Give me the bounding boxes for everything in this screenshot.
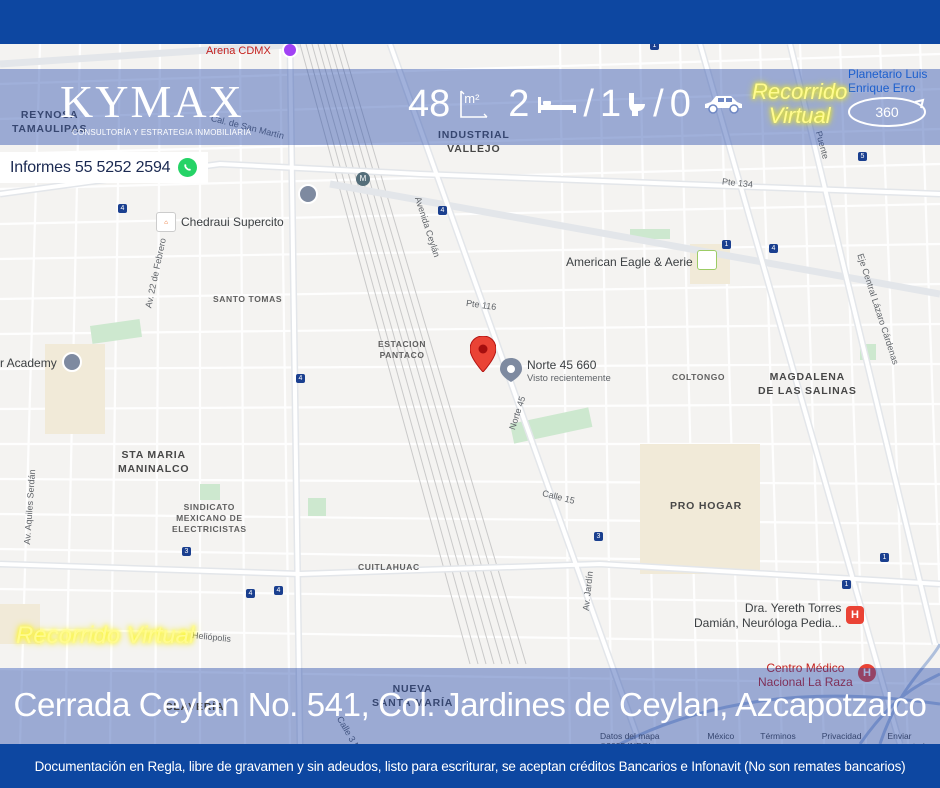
route-badge: 4 bbox=[769, 244, 778, 253]
area-icon: m² bbox=[458, 88, 490, 120]
route-badge: 1 bbox=[650, 44, 659, 50]
area-value: 48 bbox=[408, 83, 451, 125]
neighborhood-magdalena: MAGDALENA DE LAS SALINAS bbox=[758, 371, 857, 397]
neighborhood-coltongo: COLTONGO bbox=[672, 372, 726, 382]
neighborhood-cuitlahuac: CUITLAHUAC bbox=[358, 562, 420, 572]
pano-label: 360 bbox=[875, 104, 899, 120]
route-badge: 1 bbox=[842, 580, 851, 589]
separator: / bbox=[653, 83, 664, 125]
route-badge: 4 bbox=[296, 374, 305, 383]
hospital-icon[interactable]: H bbox=[846, 606, 864, 624]
route-badge: 4 bbox=[438, 206, 447, 215]
poi-academy[interactable]: r Academy bbox=[0, 356, 57, 370]
pano-360-icon[interactable]: 360 bbox=[845, 94, 929, 130]
poi-arena-cdmx[interactable]: Arena CDMX bbox=[206, 44, 271, 58]
virtual-tour-link-lower[interactable]: Recorrido Virtual bbox=[16, 622, 194, 650]
american-eagle-logo-icon[interactable] bbox=[697, 250, 717, 270]
neighborhood-estacion-pantaco: ESTACION PANTACO bbox=[378, 339, 427, 360]
car-icon bbox=[704, 96, 742, 114]
parking-value: 0 bbox=[669, 83, 691, 125]
neighborhood-sindicato: SINDICATO MEXICANO DE ELECTRICISTAS bbox=[172, 502, 247, 534]
footer-bar: Documentación en Regla, libre de gravame… bbox=[0, 744, 940, 788]
poi-american-eagle[interactable]: American Eagle & Aerie bbox=[566, 255, 693, 269]
property-pin-icon[interactable] bbox=[470, 336, 496, 372]
route-badge: 4 bbox=[246, 589, 255, 598]
brand-logo: KYMAX bbox=[60, 76, 244, 127]
route-badge: 4 bbox=[118, 204, 127, 213]
chedraui-logo-icon[interactable]: ⌂ bbox=[156, 212, 176, 232]
route-badge: 1 bbox=[722, 240, 731, 249]
virtual-tour-link[interactable]: Recorrido Virtual bbox=[752, 80, 847, 128]
school-pin-icon[interactable] bbox=[298, 184, 318, 204]
contact-box[interactable]: Informes 55 5252 2594 bbox=[0, 152, 208, 183]
poi-norte-45-660[interactable]: Norte 45 660 bbox=[527, 358, 596, 372]
neighborhood-sta-maria: STA MARIA MANINALCO bbox=[118, 449, 190, 475]
property-stats: 48 m² 2 / 1 / 0 bbox=[408, 82, 745, 126]
route-badge: 5 bbox=[858, 152, 867, 161]
poi-visto-recientemente: Visto recientemente bbox=[527, 373, 611, 384]
recent-place-pin-icon[interactable] bbox=[500, 358, 522, 382]
top-bar bbox=[0, 0, 940, 44]
route-badge: 3 bbox=[594, 532, 603, 541]
contact-label: Informes 55 5252 2594 bbox=[10, 158, 171, 176]
route-badge: 4 bbox=[274, 586, 283, 595]
bedrooms-value: 2 bbox=[508, 83, 530, 125]
poi-dra-yereth[interactable]: Dra. Yereth Torres Damián, Neuróloga Pedi… bbox=[694, 601, 841, 631]
footer-text: Documentación en Regla, libre de gravame… bbox=[34, 758, 906, 774]
neighborhood-pro-hogar: PRO HOGAR bbox=[670, 500, 742, 512]
brand-tagline: CONSULTORÍA Y ESTRATEGIA INMOBILIARIA bbox=[72, 128, 252, 137]
route-badge: 1 bbox=[880, 553, 889, 562]
toilet-icon bbox=[629, 93, 646, 116]
whatsapp-icon[interactable] bbox=[178, 158, 198, 177]
area-unit: m² bbox=[464, 91, 480, 106]
metro-icon: M bbox=[356, 172, 370, 186]
bed-icon bbox=[538, 97, 577, 113]
academy-pin-icon[interactable] bbox=[62, 352, 82, 372]
bathrooms-value: 1 bbox=[599, 83, 622, 125]
separator: / bbox=[583, 83, 594, 125]
property-address: Cerrada Ceylan No. 541, Col. Jardines de… bbox=[13, 686, 927, 723]
poi-chedraui[interactable]: Chedraui Supercito bbox=[181, 215, 284, 229]
neighborhood-santo-tomas: SANTO TOMAS bbox=[213, 294, 283, 304]
route-badge: 3 bbox=[182, 547, 191, 556]
